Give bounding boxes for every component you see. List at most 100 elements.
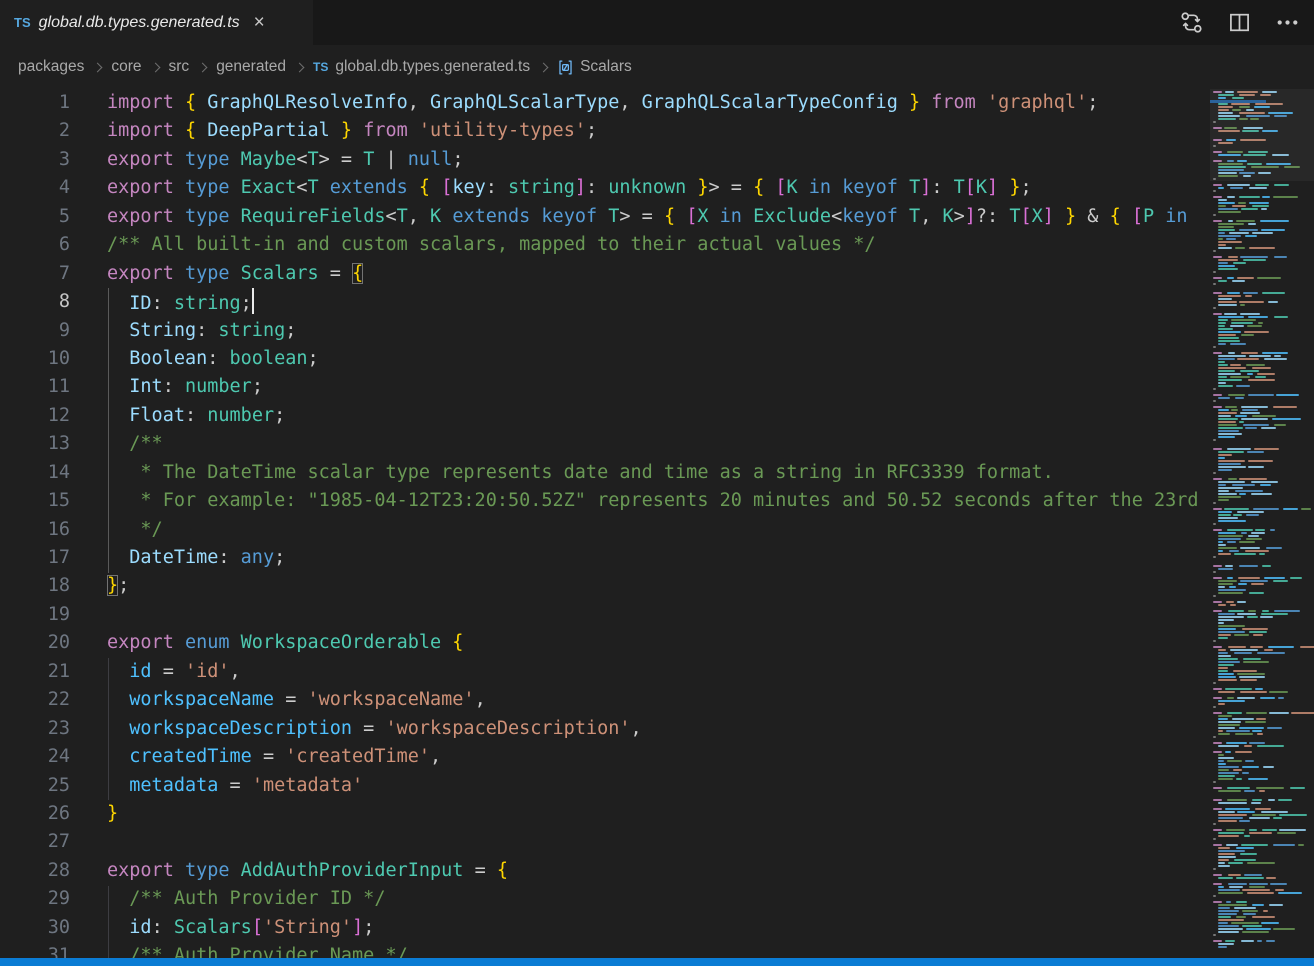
code-line[interactable]: 19 <box>0 601 1210 629</box>
minimap-line <box>1218 745 1239 747</box>
code-line[interactable]: 21 id = 'id', <box>0 658 1210 686</box>
minimap-line <box>1252 799 1262 801</box>
code-line[interactable]: 17 DateTime: any; <box>0 544 1210 572</box>
minimap-line <box>1218 481 1245 483</box>
minimap-line <box>1246 538 1262 540</box>
token <box>709 206 720 227</box>
code-line[interactable]: 12 Float: number; <box>0 402 1210 430</box>
breadcrumb-item-packages[interactable]: packages <box>18 58 84 76</box>
status-bar[interactable] <box>0 958 1314 966</box>
tab-global-db-types-generated[interactable]: TS global.db.types.generated.ts × <box>0 0 313 45</box>
breadcrumb-item-src[interactable]: src <box>169 58 190 76</box>
more-actions-icon[interactable] <box>1275 10 1300 35</box>
minimap-line <box>1218 730 1223 732</box>
minimap-line <box>1273 406 1296 408</box>
token: < <box>385 206 396 227</box>
breadcrumb-item-core[interactable]: core <box>111 58 141 76</box>
minimap-line <box>1252 205 1269 207</box>
minimap-line <box>1246 514 1259 516</box>
minimap-line <box>1260 484 1271 486</box>
code-line[interactable]: 1import { GraphQLResolveInfo, GraphQLSca… <box>0 89 1210 117</box>
code-line[interactable]: 14 * The DateTime scalar type represents… <box>0 459 1210 487</box>
minimap-line <box>1244 331 1270 333</box>
token <box>174 632 185 653</box>
code-line[interactable]: 2import { DeepPartial } from 'utility-ty… <box>0 117 1210 145</box>
code-line[interactable]: 9 String: string; <box>0 317 1210 345</box>
code-text: */ <box>70 516 163 544</box>
token: 'createdTime' <box>285 746 430 767</box>
code-line[interactable]: 4export type Exact<T extends { [key: str… <box>0 174 1210 202</box>
token <box>107 718 129 739</box>
breadcrumb-item-file[interactable]: global.db.types.generated.ts <box>335 58 530 76</box>
code-line[interactable]: 13 /** <box>0 430 1210 458</box>
split-editor-icon[interactable] <box>1227 10 1252 35</box>
code-line[interactable]: 30 id: Scalars['String']; <box>0 914 1210 942</box>
minimap-line <box>1257 373 1275 375</box>
minimap-line <box>1243 658 1261 660</box>
minimap-line <box>1279 829 1306 831</box>
code-line[interactable]: 8 ID: string; <box>0 288 1210 316</box>
code-line[interactable]: 23 workspaceDescription = 'workspaceDesc… <box>0 715 1210 743</box>
symbol-type-icon <box>557 59 574 76</box>
minimap-line <box>1269 904 1283 906</box>
close-icon[interactable]: × <box>254 13 265 32</box>
code-line[interactable]: 29 /** Auth Provider ID */ <box>0 885 1210 913</box>
minimap[interactable] <box>1210 89 1314 958</box>
minimap-line <box>1218 922 1228 924</box>
code-line[interactable]: 6/** All built-in and custom scalars, ma… <box>0 231 1210 259</box>
code-line[interactable]: 15 * For example: "1985-04-12T23:20:50.5… <box>0 487 1210 515</box>
code-line[interactable]: 3export type Maybe<T> = T | null; <box>0 146 1210 174</box>
code-line[interactable]: 27 <box>0 828 1210 856</box>
code-area[interactable]: 1import { GraphQLResolveInfo, GraphQLSca… <box>0 89 1210 958</box>
code-text: Float: number; <box>70 402 285 430</box>
minimap-line <box>1218 517 1238 519</box>
code-line[interactable]: 16 */ <box>0 516 1210 544</box>
minimap-line <box>1213 346 1216 348</box>
minimap-line <box>1259 790 1265 792</box>
code-line[interactable]: 10 Boolean: boolean; <box>0 345 1210 373</box>
minimap-line <box>1236 778 1242 780</box>
code-line[interactable]: 25 metadata = 'metadata' <box>0 772 1210 800</box>
token: extends <box>452 206 530 227</box>
minimap-line <box>1255 808 1271 810</box>
minimap-line <box>1213 556 1216 558</box>
minimap-line <box>1239 301 1264 303</box>
token: } <box>107 575 118 596</box>
token <box>174 263 185 284</box>
minimap-line <box>1218 586 1225 588</box>
code-line[interactable]: 31 /** Auth Provider Name */ <box>0 942 1210 958</box>
token: ] <box>920 177 931 198</box>
code-line[interactable]: 24 createdTime = 'createdTime', <box>0 743 1210 771</box>
token: */ <box>129 519 162 540</box>
code-line[interactable]: 20export enum WorkspaceOrderable { <box>0 629 1210 657</box>
code-line[interactable]: 11 Int: number; <box>0 373 1210 401</box>
code-text: import { GraphQLResolveInfo, GraphQLScal… <box>70 89 1098 117</box>
code-line[interactable]: 22 workspaceName = 'workspaceName', <box>0 686 1210 714</box>
code-line[interactable]: 26} <box>0 800 1210 828</box>
minimap-line <box>1218 568 1233 570</box>
breadcrumb-item-generated[interactable]: generated <box>216 58 286 76</box>
editor[interactable]: 1import { GraphQLResolveInfo, GraphQLSca… <box>0 89 1314 958</box>
token: } <box>341 120 352 141</box>
minimap-line <box>1218 421 1236 423</box>
code-text: } <box>70 800 118 828</box>
minimap-line <box>1218 649 1226 651</box>
code-line[interactable]: 18}; <box>0 572 1210 600</box>
line-number: 24 <box>0 743 70 771</box>
open-changes-icon[interactable] <box>1179 10 1204 35</box>
token: ; <box>274 405 285 426</box>
code-line[interactable]: 5export type RequireFields<T, K extends … <box>0 203 1210 231</box>
token <box>107 746 129 767</box>
minimap-line <box>1242 766 1259 768</box>
token <box>920 92 931 113</box>
breadcrumb-item-symbol[interactable]: Scalars <box>580 58 632 76</box>
minimap-line <box>1225 808 1250 810</box>
code-line[interactable]: 28export type AddAuthProviderInput = { <box>0 857 1210 885</box>
minimap-line <box>1236 901 1247 903</box>
code-text: ID: string; <box>70 288 254 316</box>
token: type <box>185 860 230 881</box>
minimap-line <box>1260 220 1289 222</box>
token: createdTime <box>129 746 252 767</box>
minimap-line <box>1235 751 1252 753</box>
code-line[interactable]: 7export type Scalars = { <box>0 260 1210 288</box>
